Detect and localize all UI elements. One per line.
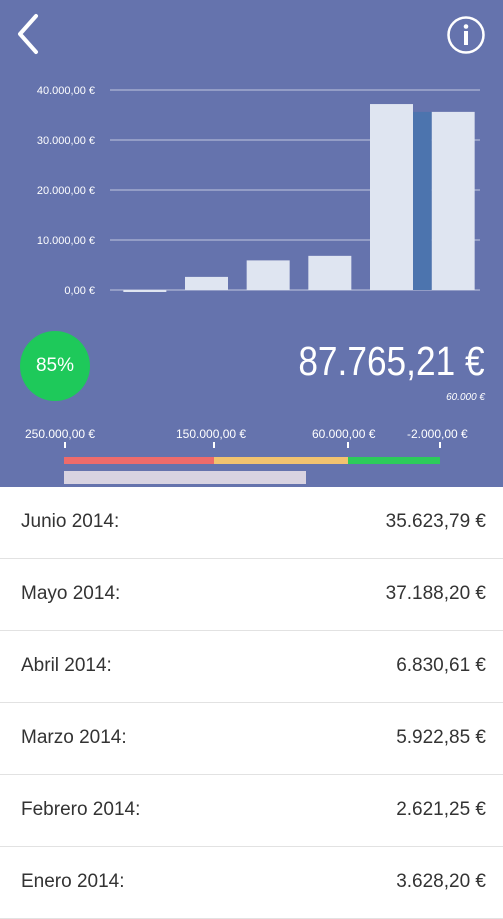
scale-label-3: 60.000,00 € [312, 427, 376, 441]
scale-tick [347, 442, 349, 448]
month-row-marzo[interactable]: Marzo 2014: 5.922,85 € [0, 703, 503, 775]
chart-bar[interactable] [185, 276, 228, 290]
info-button[interactable] [446, 15, 486, 55]
y-tick-label: 30.000,00 € [37, 135, 95, 147]
month-label: Abril 2014: [21, 655, 112, 676]
month-row-febrero[interactable]: Febrero 2014: 2.621,25 € [0, 775, 503, 847]
y-tick-label: 40.000,00 € [37, 85, 95, 97]
month-value: 2.621,25 € [396, 799, 486, 820]
bar-gap-highlight [413, 111, 432, 291]
scale-tick [439, 442, 441, 448]
month-value: 6.830,61 € [396, 655, 486, 676]
scale-segment-yellow [214, 457, 348, 464]
month-row-mayo[interactable]: Mayo 2014: 37.188,20 € [0, 559, 503, 631]
month-label: Febrero 2014: [21, 799, 141, 820]
percent-value: 85% [35, 355, 75, 376]
scale-label-4: -2.000,00 € [407, 427, 468, 441]
month-label: Enero 2014: [21, 871, 125, 892]
scale-tick [64, 442, 66, 448]
chevron-left-icon [18, 14, 38, 54]
back-button[interactable] [12, 12, 48, 56]
progress-bar [64, 471, 306, 484]
y-tick-label: 10.000,00 € [37, 235, 95, 247]
chart-bar[interactable] [246, 260, 290, 290]
scale-label-2: 150.000,00 € [176, 427, 247, 441]
month-label: Mayo 2014: [21, 583, 121, 604]
scale-label-1: 250.000,00 € [25, 427, 96, 441]
month-row-junio[interactable]: Junio 2014: 35.623,79 € [0, 487, 503, 559]
chart-bar[interactable] [123, 290, 167, 292]
month-list: Junio 2014: 35.623,79 € Mayo 2014: 37.18… [0, 487, 503, 919]
month-value: 3.628,20 € [396, 871, 486, 892]
total-amount: 87.765,21 € [298, 338, 485, 384]
month-value: 35.623,79 € [385, 511, 486, 532]
percent-badge: 85% [20, 331, 90, 401]
info-circle-icon [447, 16, 485, 54]
month-label: Junio 2014: [21, 511, 120, 532]
y-tick-label: 0,00 € [64, 285, 95, 297]
scale-segment-green [348, 457, 440, 464]
chart-bar[interactable] [308, 255, 352, 290]
month-value: 5.922,85 € [396, 727, 486, 748]
month-row-enero[interactable]: Enero 2014: 3.628,20 € [0, 847, 503, 919]
target-amount: 60.000 € [446, 392, 485, 403]
scale-tick [213, 442, 215, 448]
y-tick-label: 20.000,00 € [37, 185, 95, 197]
chart-bar[interactable] [431, 111, 475, 291]
month-row-abril[interactable]: Abril 2014: 6.830,61 € [0, 631, 503, 703]
scale-segment-red [64, 457, 214, 464]
monthly-bar-chart: 0,00 € 10.000,00 € 20.000,00 € 30.000,00 € 4… [37, 85, 480, 297]
month-label: Marzo 2014: [21, 727, 127, 748]
chart-bar[interactable] [370, 104, 413, 291]
month-value: 37.188,20 € [385, 583, 486, 604]
header-panel: 0,00 € 10.000,00 € 20.000,00 € 30.000,00 € 4… [0, 0, 503, 487]
